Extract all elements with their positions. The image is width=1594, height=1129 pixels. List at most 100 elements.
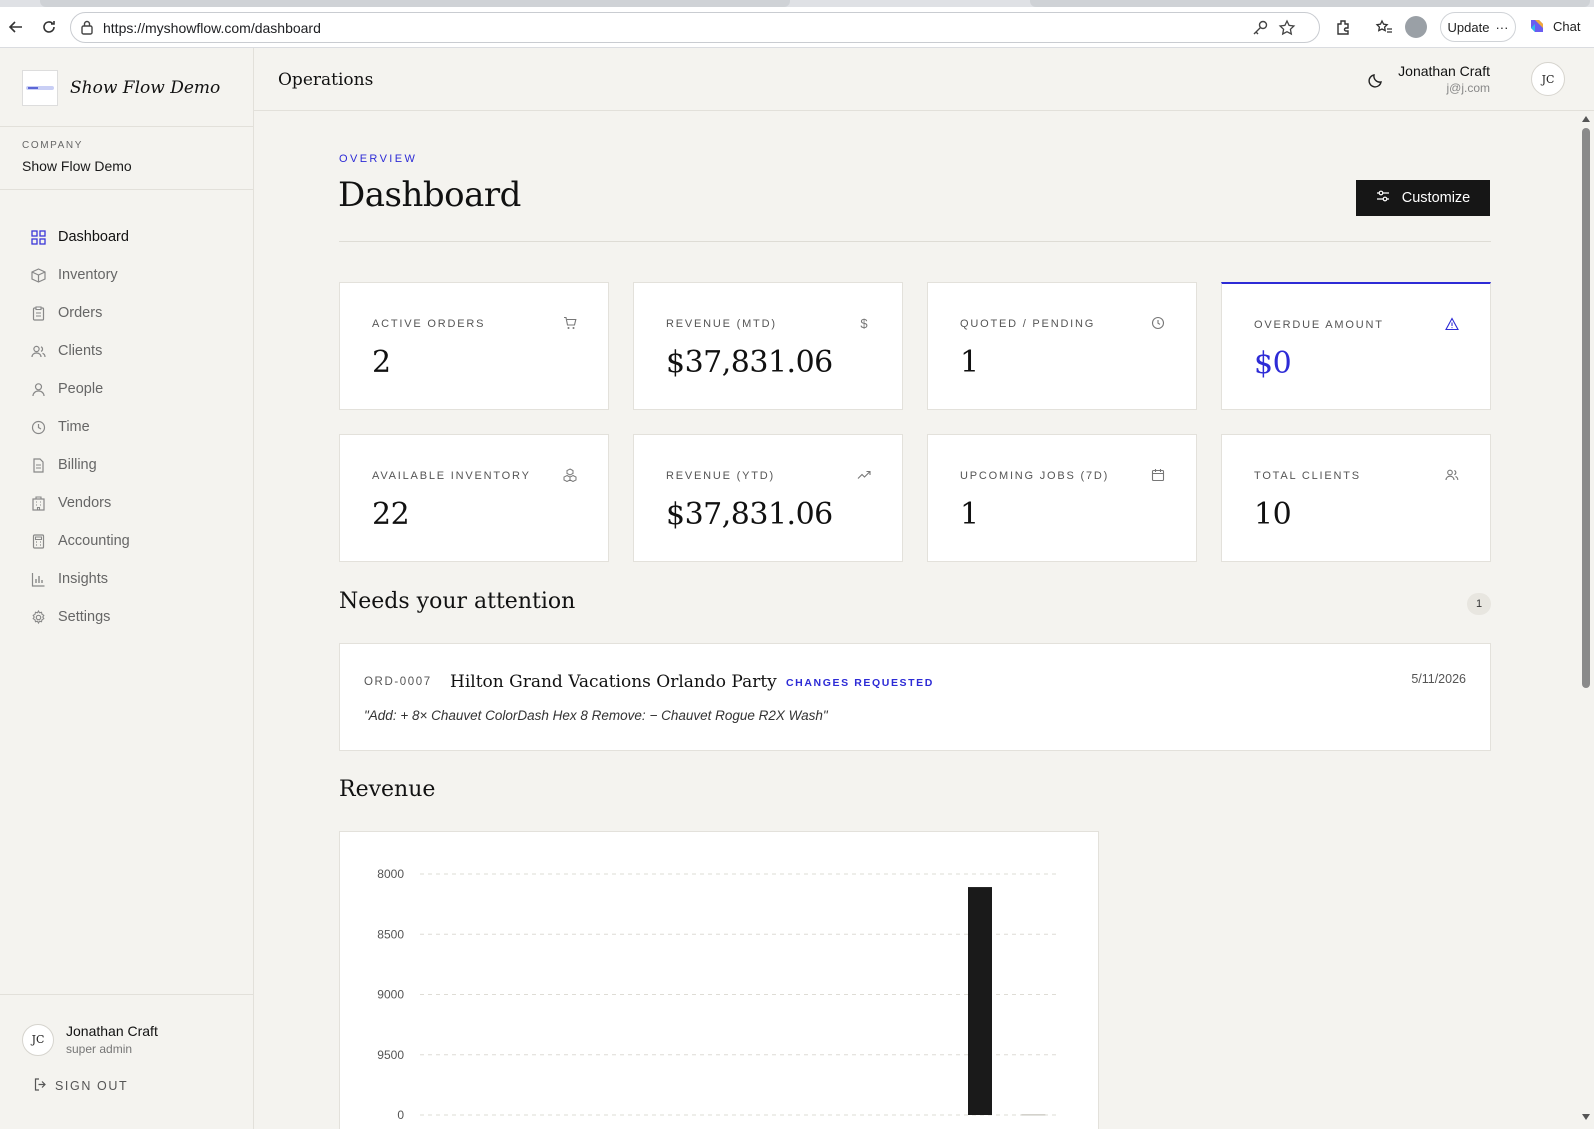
address-bar[interactable]: https://myshowflow.com/dashboard bbox=[70, 12, 1320, 43]
revenue-chart-card: 8000 8500 9000 9500 0 bbox=[339, 831, 1099, 1129]
attention-section-title: Needs your attention bbox=[339, 589, 576, 614]
sidebar-item-dashboard[interactable]: Dashboard bbox=[22, 218, 242, 256]
boxes-icon bbox=[562, 467, 578, 483]
update-button[interactable]: Update ··· bbox=[1440, 12, 1516, 42]
order-name[interactable]: Hilton Grand Vacations Orlando Party bbox=[450, 672, 777, 692]
order-note: "Add: + 8× Chauvet ColorDash Hex 8 Remov… bbox=[364, 708, 828, 723]
sidebar-item-label: Settings bbox=[58, 609, 111, 625]
sliders-icon bbox=[1376, 189, 1390, 207]
stat-card-upcoming-jobs[interactable]: UPCOMING JOBS (7D) 1 bbox=[927, 434, 1197, 562]
sidebar-item-accounting[interactable]: Accounting bbox=[22, 522, 242, 560]
copilot-chat-button[interactable]: Chat bbox=[1527, 16, 1580, 36]
users-icon bbox=[30, 343, 46, 359]
chart-bar[interactable] bbox=[1021, 1114, 1046, 1116]
profile-avatar-icon[interactable] bbox=[1405, 16, 1427, 38]
box-icon bbox=[30, 267, 46, 283]
calendar-icon bbox=[1150, 467, 1166, 483]
title-divider bbox=[339, 241, 1491, 242]
y-tick-label: 9000 bbox=[377, 988, 404, 1002]
stat-value: $0 bbox=[1254, 346, 1292, 381]
favorites-icon[interactable] bbox=[1370, 13, 1398, 41]
sidebar-item-settings[interactable]: Settings bbox=[22, 598, 242, 636]
trend-up-icon bbox=[856, 467, 872, 483]
calculator-icon bbox=[30, 533, 46, 549]
stat-card-quoted-pending[interactable]: QUOTED / PENDING 1 bbox=[927, 282, 1197, 410]
stat-card-active-orders[interactable]: ACTIVE ORDERS 2 bbox=[339, 282, 609, 410]
copilot-icon bbox=[1531, 20, 1543, 32]
sidebar-user[interactable]: JC Jonathan Craft super admin bbox=[22, 1023, 158, 1056]
reload-icon[interactable] bbox=[35, 13, 63, 41]
stat-card-available-inventory[interactable]: AVAILABLE INVENTORY 22 bbox=[339, 434, 609, 562]
url-text: https://myshowflow.com/dashboard bbox=[103, 20, 321, 36]
stat-label: REVENUE (MTD) bbox=[666, 318, 777, 330]
sidebar-item-label: Insights bbox=[58, 571, 108, 587]
stat-card-revenue-mtd[interactable]: REVENUE (MTD) $ $37,831.06 bbox=[633, 282, 903, 410]
sidebar-item-label: Accounting bbox=[58, 533, 130, 549]
sign-out-button[interactable]: SIGN OUT bbox=[34, 1078, 128, 1094]
building-icon bbox=[30, 495, 46, 511]
update-label: Update bbox=[1447, 19, 1490, 35]
chat-label: Chat bbox=[1553, 18, 1581, 34]
sidebar-item-vendors[interactable]: Vendors bbox=[22, 484, 242, 522]
back-arrow-icon[interactable] bbox=[2, 13, 30, 41]
sign-out-label: SIGN OUT bbox=[55, 1079, 129, 1093]
chart-bar[interactable] bbox=[968, 887, 992, 1115]
sidebar-item-people[interactable]: People bbox=[22, 370, 242, 408]
more-icon: ··· bbox=[1495, 19, 1509, 35]
scroll-up-arrow-icon[interactable] bbox=[1582, 116, 1590, 122]
stat-label: QUOTED / PENDING bbox=[960, 318, 1096, 330]
brand[interactable]: Show Flow Demo bbox=[22, 70, 220, 106]
attention-item[interactable]: ORD-0007 Hilton Grand Vacations Orlando … bbox=[339, 643, 1491, 751]
stat-card-overdue-amount[interactable]: OVERDUE AMOUNT $0 bbox=[1221, 282, 1491, 410]
scrollbar-thumb[interactable] bbox=[1582, 128, 1590, 688]
header-user-name: Jonathan Craft bbox=[1398, 63, 1490, 79]
sidebar-item-insights[interactable]: Insights bbox=[22, 560, 242, 598]
sidebar-item-billing[interactable]: Billing bbox=[22, 446, 242, 484]
sidebar-item-label: Vendors bbox=[58, 495, 112, 511]
company-label: COMPANY bbox=[22, 140, 84, 151]
stat-value: 1 bbox=[960, 497, 979, 532]
browser-tabstrip bbox=[0, 0, 1594, 7]
brand-logo-icon bbox=[22, 70, 58, 106]
browser-tab[interactable] bbox=[1030, 0, 1590, 7]
browser-tab[interactable] bbox=[40, 0, 790, 7]
stat-card-revenue-ytd[interactable]: REVENUE (YTD) $37,831.06 bbox=[633, 434, 903, 562]
extensions-icon[interactable] bbox=[1330, 13, 1358, 41]
sidebar-item-inventory[interactable]: Inventory bbox=[22, 256, 242, 294]
warning-icon bbox=[1444, 316, 1460, 332]
stat-value: $37,831.06 bbox=[666, 497, 833, 532]
sidebar-user-name: Jonathan Craft bbox=[66, 1023, 158, 1039]
star-icon[interactable] bbox=[1278, 19, 1296, 42]
sidebar-item-orders[interactable]: Orders bbox=[22, 294, 242, 332]
scroll-down-arrow-icon[interactable] bbox=[1582, 1114, 1590, 1120]
avatar: JC bbox=[22, 1023, 54, 1056]
key-icon[interactable] bbox=[1251, 19, 1269, 42]
stat-label: REVENUE (YTD) bbox=[666, 470, 775, 482]
header-user-email: j@j.com bbox=[1446, 81, 1490, 95]
moon-icon[interactable] bbox=[1368, 72, 1384, 93]
cart-icon bbox=[562, 315, 578, 331]
overview-label: OVERVIEW bbox=[339, 153, 418, 165]
company-name[interactable]: Show Flow Demo bbox=[22, 158, 132, 174]
revenue-chart: 8000 8500 9000 9500 0 bbox=[377, 867, 1060, 1122]
stat-value: 2 bbox=[372, 345, 391, 380]
avatar[interactable]: JC bbox=[1531, 62, 1565, 96]
sidebar-item-label: Dashboard bbox=[58, 229, 129, 245]
clock-icon bbox=[30, 419, 46, 435]
sidebar: Show Flow Demo COMPANY Show Flow Demo Da… bbox=[0, 48, 254, 1129]
stat-card-total-clients[interactable]: TOTAL CLIENTS 10 bbox=[1221, 434, 1491, 562]
customize-button[interactable]: Customize bbox=[1356, 180, 1490, 216]
y-tick-label: 0 bbox=[397, 1108, 404, 1122]
users-icon bbox=[1444, 467, 1460, 483]
stat-label: UPCOMING JOBS (7D) bbox=[960, 470, 1110, 482]
sidebar-item-clients[interactable]: Clients bbox=[22, 332, 242, 370]
page-title: Dashboard bbox=[338, 175, 521, 215]
sidebar-item-label: Time bbox=[58, 419, 90, 435]
sidebar-item-time[interactable]: Time bbox=[22, 408, 242, 446]
order-date: 5/11/2026 bbox=[1411, 672, 1466, 686]
sidebar-divider bbox=[0, 994, 254, 995]
user-icon bbox=[30, 381, 46, 397]
dollar-icon: $ bbox=[860, 315, 868, 331]
header-user-info[interactable]: Jonathan Craft j@j.com bbox=[1398, 63, 1490, 95]
browser-toolbar: https://myshowflow.com/dashboard Update … bbox=[0, 7, 1594, 48]
